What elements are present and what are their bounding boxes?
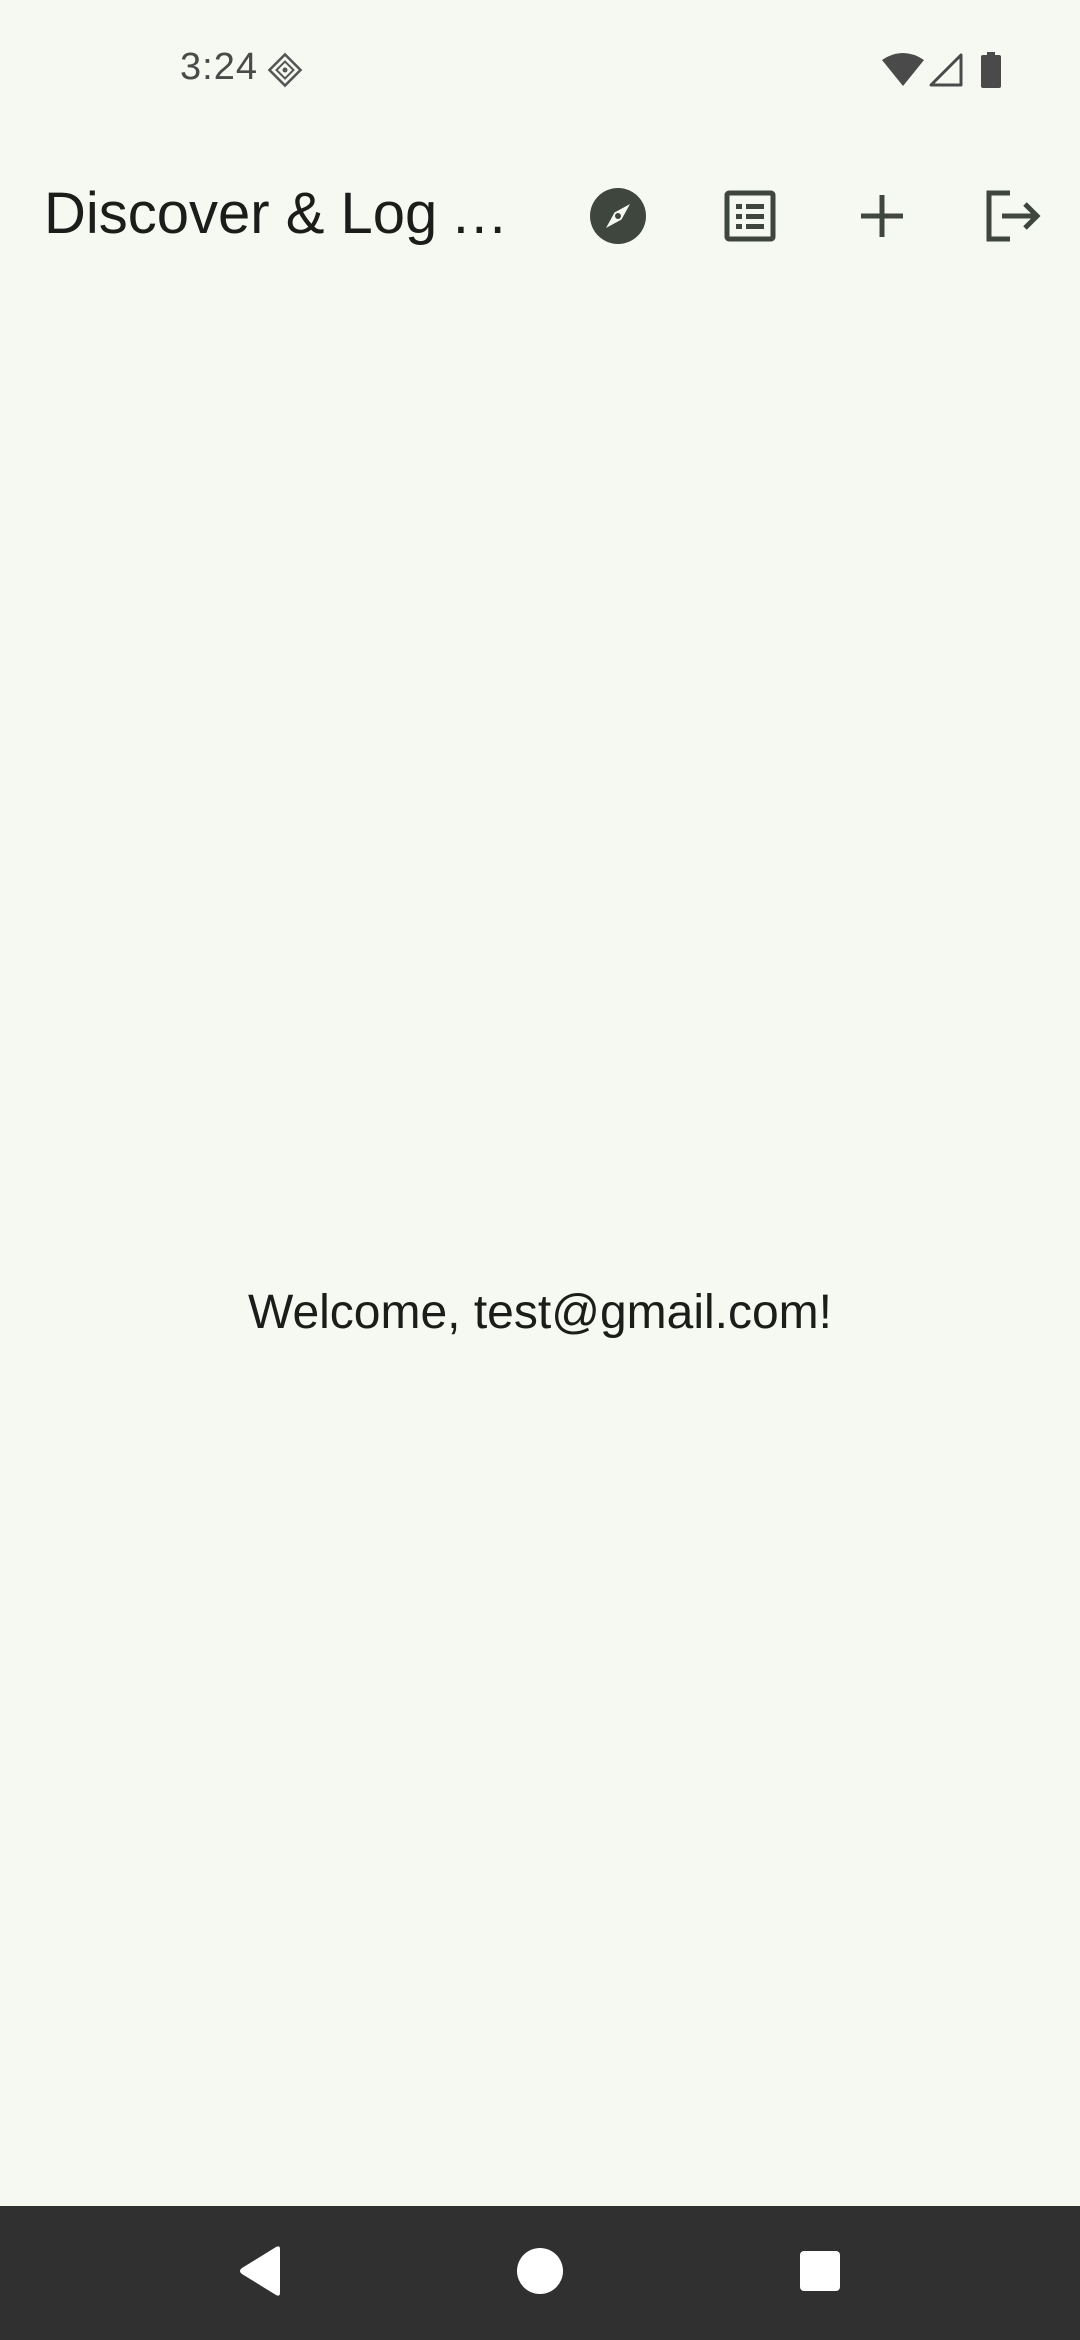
add-icon — [859, 193, 905, 244]
welcome-message: Welcome, test@gmail.com! — [248, 1286, 832, 1339]
logout-button[interactable] — [966, 170, 1062, 266]
app-bar: Discover & Log Activities — [0, 150, 1080, 280]
battery-icon — [980, 52, 1002, 88]
system-nav-bar — [0, 2206, 1080, 2340]
logout-icon — [986, 190, 1042, 247]
cell-signal-icon — [928, 52, 964, 88]
list-button[interactable] — [702, 170, 798, 266]
home-button[interactable] — [500, 2233, 580, 2313]
recents-icon — [799, 2250, 841, 2297]
recents-button[interactable] — [780, 2233, 860, 2313]
back-icon — [236, 2245, 284, 2302]
explore-icon — [589, 187, 647, 250]
home-icon — [516, 2247, 564, 2300]
list-icon — [724, 190, 776, 247]
wifi-icon — [880, 52, 926, 88]
status-bar: 3:24 — [0, 0, 1080, 140]
status-time: 3:24 — [180, 46, 258, 88]
back-button[interactable] — [220, 2233, 300, 2313]
explore-button[interactable] — [570, 170, 666, 266]
add-button[interactable] — [834, 170, 930, 266]
app-title: Discover & Log Activities — [44, 181, 514, 246]
main-content: Welcome, test@gmail.com! — [0, 280, 1080, 2206]
app-notification-icon — [265, 50, 305, 90]
